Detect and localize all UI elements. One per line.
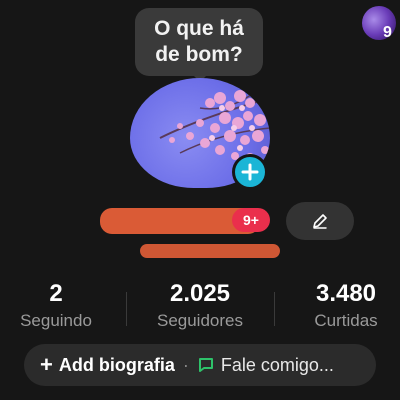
story-prompt-bubble[interactable]: O que há de bom? — [135, 8, 263, 76]
stat-likes[interactable]: 3.480 Curtidas — [296, 280, 396, 332]
bio-separator: · — [182, 354, 189, 375]
story-prompt-text: O que há de bom? — [154, 17, 244, 66]
chat-bubble-icon — [197, 356, 215, 374]
plus-icon — [241, 163, 259, 181]
account-badge: 9 — [383, 24, 392, 41]
stat-divider — [274, 292, 275, 326]
likes-label: Curtidas — [314, 311, 378, 330]
following-count: 2 — [49, 280, 63, 307]
stat-followers[interactable]: 2.025 Seguidores — [140, 280, 260, 332]
following-label: Seguindo — [20, 311, 92, 330]
likes-count: 3.480 — [315, 280, 377, 307]
chat-label[interactable]: Fale comigo... — [221, 355, 334, 376]
stat-divider — [126, 292, 127, 326]
followers-count: 2.025 — [169, 280, 231, 307]
handle-redacted — [140, 244, 280, 258]
followers-label: Seguidores — [156, 311, 243, 330]
add-icon: + — [40, 352, 53, 377]
add-photo-button[interactable] — [232, 154, 268, 190]
pencil-icon — [313, 214, 327, 229]
bio-row[interactable]: + Add biografia · Fale comigo... — [24, 344, 376, 386]
notification-badge[interactable]: 9+ — [232, 208, 270, 232]
add-bio-label[interactable]: Add biografia — [59, 355, 175, 376]
stat-following[interactable]: 2 Seguindo — [8, 280, 104, 332]
edit-profile-button[interactable] — [286, 202, 354, 240]
